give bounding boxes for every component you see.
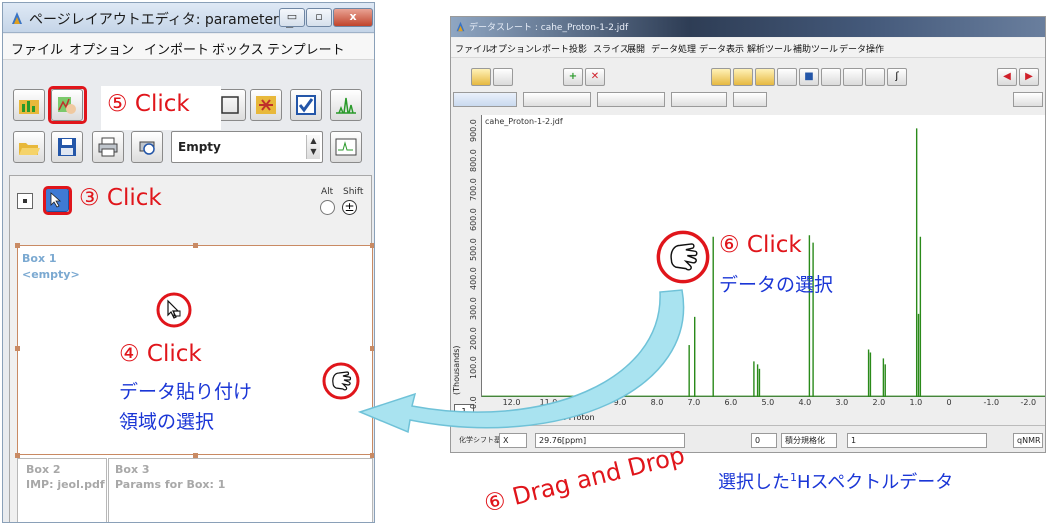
step-6-description: データの選択 (719, 274, 834, 296)
drag-arrow (357, 289, 685, 434)
caption-suffix: Hスペクトルデータ (797, 472, 954, 493)
step-6-click-callout: ⑥ Click (719, 232, 802, 258)
caption-superscript: 1 (790, 471, 797, 484)
hand-cursor-icon (656, 230, 710, 284)
caption-prefix: 選択した (718, 472, 790, 493)
spectrum-caption: 選択した1Hスペクトルデータ (718, 468, 953, 494)
